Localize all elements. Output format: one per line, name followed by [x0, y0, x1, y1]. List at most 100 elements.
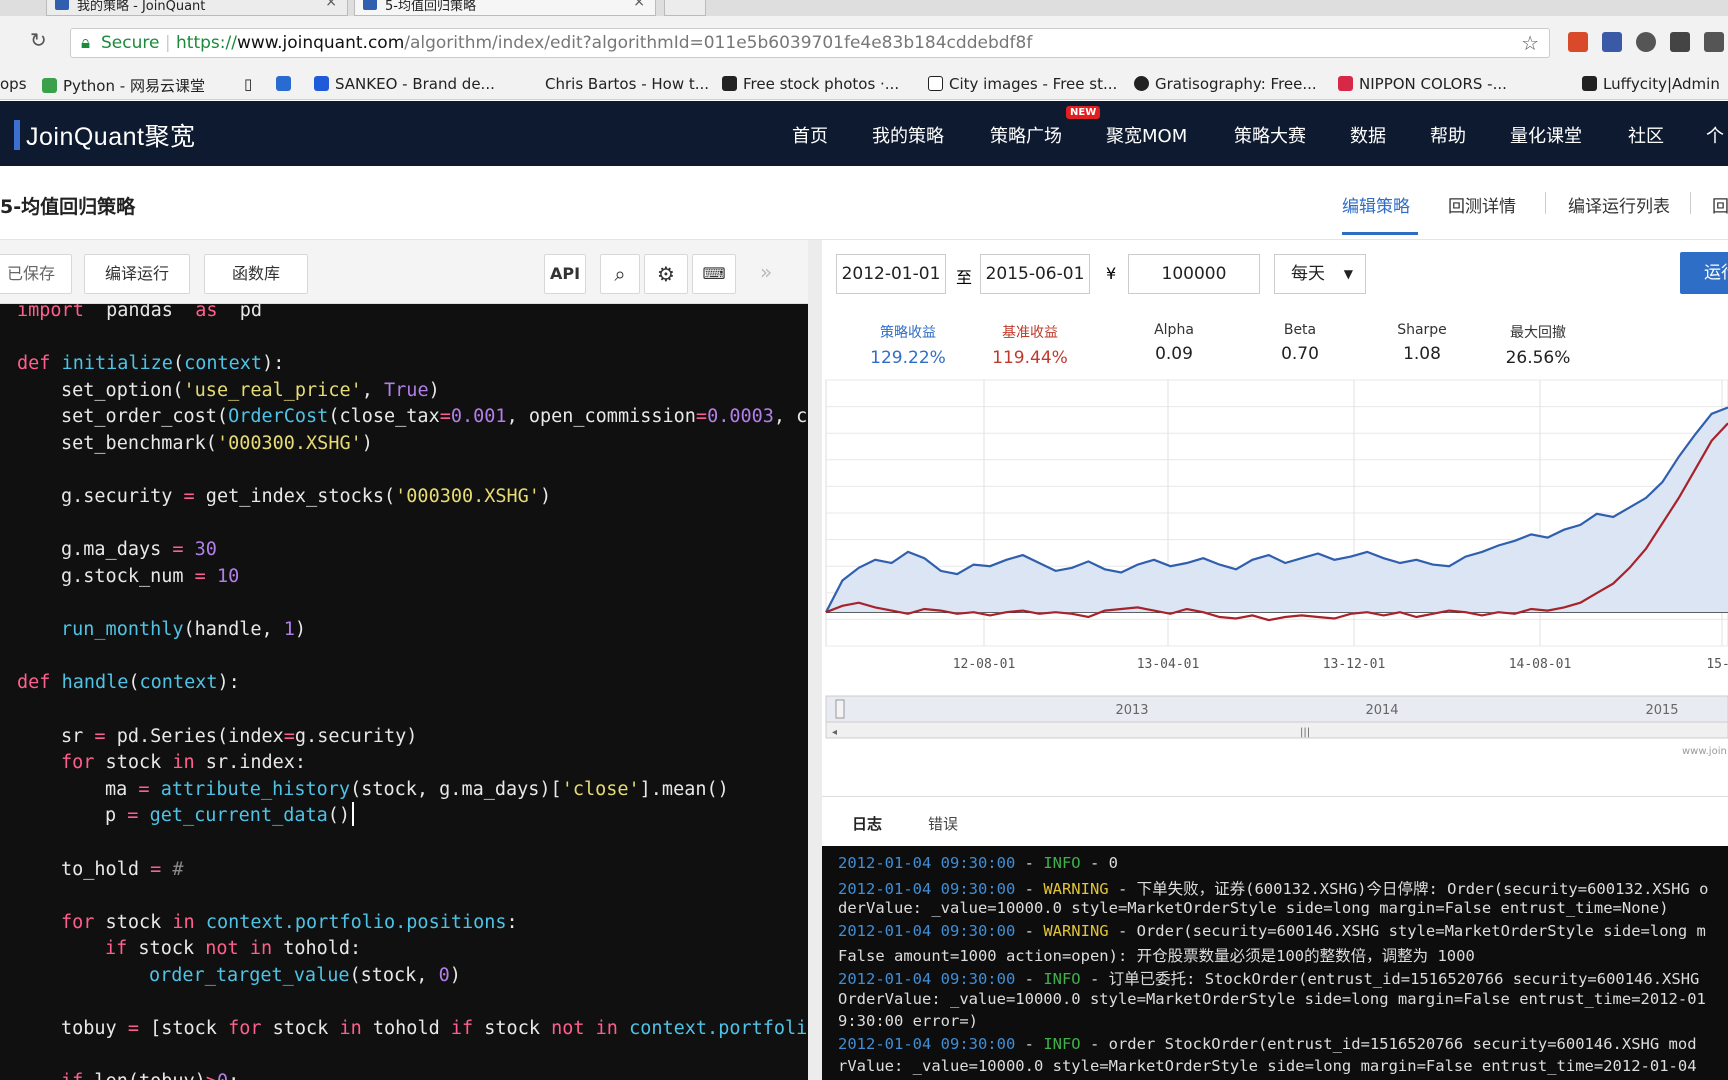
code-line[interactable]: tobuy = [stock for stock in tohold if st… [61, 1018, 807, 1039]
x-tick-label: 15-0 [1706, 657, 1728, 672]
nav-data[interactable]: 数据 [1350, 122, 1386, 148]
code-token: , open_commission [506, 406, 696, 428]
code-line[interactable]: to_hold = # [61, 859, 184, 880]
bookmark-item[interactable]: Luffycity|Admin [1582, 75, 1720, 93]
divider [1690, 192, 1691, 214]
search-icon[interactable]: ⌕ [600, 254, 640, 294]
tab-edit-strategy[interactable]: 编辑策略 [1342, 192, 1410, 217]
bookmark-label: Free stock photos ·... [743, 75, 900, 93]
code-token: : [228, 1071, 239, 1080]
code-line[interactable]: g.ma_days = 30 [61, 539, 217, 560]
end-date-input[interactable]: 2015-06-01 [980, 254, 1090, 294]
code-token: pd.Series(index [105, 725, 284, 747]
returns-chart[interactable]: 12-08-01 13-04-01 13-12-01 14-08-01 15-0 2013… [822, 378, 1728, 778]
bookmark-item[interactable]: SANKEO - Brand de... [314, 75, 495, 93]
nav-mom[interactable]: 聚宽MOM [1106, 122, 1187, 148]
compile-run-button[interactable]: 编译运行 [84, 254, 190, 294]
keyboard-icon[interactable]: ⌨ [692, 254, 736, 294]
bookmark-item[interactable] [276, 75, 297, 93]
joinquant-logo[interactable]: JoinQuant聚宽 [14, 117, 195, 153]
code-line[interactable]: sr = pd.Series(index=g.security) [61, 726, 417, 747]
code-token: = [172, 539, 184, 561]
bookmark-item[interactable]: Chris Bartos - How t... [545, 75, 709, 93]
bookmark-item[interactable]: Python - 网易云课堂 [42, 75, 205, 96]
collapse-icon[interactable]: » [760, 260, 772, 284]
code-token: = [150, 858, 162, 880]
bookmark-item[interactable]: Gratisography: Free... [1134, 75, 1317, 93]
code-token: initialize [61, 353, 173, 375]
code-line[interactable]: import pandas as pd [17, 304, 262, 321]
code-line[interactable]: order_target_value(stock, 0) [149, 965, 461, 986]
divider [1545, 192, 1546, 214]
bookmark-apps[interactable]: ops [0, 75, 27, 93]
extension-icon[interactable] [1568, 32, 1588, 52]
api-button[interactable]: API [544, 254, 586, 294]
nav-home[interactable]: 首页 [792, 122, 828, 148]
nav-quant-class[interactable]: 量化课堂 [1510, 122, 1582, 148]
code-line[interactable]: for stock in sr.index: [61, 752, 306, 773]
settings-icon[interactable]: ⚙ [644, 254, 688, 294]
bookmark-label: Python - 网易云课堂 [63, 77, 205, 95]
nav-my-strategies[interactable]: 我的策略 [872, 122, 944, 148]
code-line[interactable]: p = get_current_data() [105, 805, 350, 826]
code-token: import [17, 304, 84, 321]
code-line[interactable]: for stock in context.portfolio.positions… [61, 912, 518, 933]
close-icon[interactable]: × [633, 0, 645, 10]
code-line[interactable]: set_order_cost(OrderCost(close_tax=0.001… [61, 406, 807, 427]
reload-icon[interactable]: ↻ [30, 28, 47, 52]
bookmark-item[interactable]: NIPPON COLORS -... [1338, 75, 1507, 93]
tab-more[interactable]: 回 [1712, 192, 1728, 217]
browser-tab-2[interactable]: 5-均值回归策略 × [354, 0, 656, 16]
nav-help[interactable]: 帮助 [1430, 122, 1466, 148]
panel-splitter[interactable] [808, 240, 822, 1080]
nav-personal[interactable]: 个 [1706, 122, 1724, 148]
code-line[interactable]: g.stock_num = 10 [61, 566, 239, 587]
code-line[interactable]: def handle(context): [17, 672, 240, 693]
log-line: derValue: _value=10000.0 style=MarketOrd… [838, 899, 1669, 917]
new-tab-button[interactable] [664, 0, 706, 16]
code-line[interactable]: if len(tobuy)>0: [61, 1071, 239, 1080]
code-token: to_hold [61, 858, 151, 880]
code-line[interactable]: g.security = get_index_stocks('000300.XS… [61, 486, 551, 507]
bookmark-item[interactable]: Free stock photos ·... [722, 75, 899, 93]
start-date-input[interactable]: 2012-01-01 [836, 254, 946, 294]
star-icon[interactable]: ☆ [1521, 29, 1539, 57]
nav-strategy-square[interactable]: 策略广场 [990, 122, 1062, 148]
x-tick-label: 12-08-01 [953, 657, 1016, 672]
code-line[interactable]: set_benchmark('000300.XSHG') [61, 433, 373, 454]
code-token: not [551, 1018, 585, 1040]
metric-value: 119.44% [992, 348, 1068, 368]
function-library-button[interactable]: 函数库 [204, 254, 308, 294]
cc-icon [1134, 76, 1149, 91]
tab-backtest-details[interactable]: 回测详情 [1448, 192, 1516, 217]
tab-compile-run-list[interactable]: 编译运行列表 [1568, 192, 1670, 217]
browser-tab-1[interactable]: 我的策略 - JoinQuant × [46, 0, 348, 16]
extension-icon[interactable] [1636, 32, 1656, 52]
nav-contest[interactable]: 策略大赛 [1234, 122, 1306, 148]
nav-community[interactable]: 社区 [1628, 122, 1664, 148]
code-editor[interactable]: import pandas as pd def initialize(contex… [0, 304, 808, 1080]
frequency-select[interactable]: 每天 ▼ [1274, 254, 1366, 294]
capital-input[interactable]: 100000 [1128, 254, 1260, 294]
address-bar[interactable]: 🔒︎ Secure | https://www.joinquant.com/al… [70, 28, 1550, 58]
bookmark-item[interactable]: City images - Free st... [928, 75, 1117, 93]
metric-1: 基准收益 119.44% [970, 322, 1090, 368]
code-line[interactable]: set_option('use_real_price', True) [61, 380, 440, 401]
code-line[interactable]: run_monthly(handle, 1) [61, 619, 306, 640]
tab-log[interactable]: 日志 [852, 813, 882, 834]
bookmark-icon [1338, 76, 1353, 91]
run-backtest-button[interactable]: 运行 [1680, 252, 1728, 294]
extension-icon[interactable] [1602, 32, 1622, 52]
page-icon[interactable]: ▯ [244, 75, 252, 93]
code-line[interactable]: ma = attribute_history(stock, g.ma_days)… [105, 779, 729, 800]
code-line[interactable]: if stock not in tohold: [105, 938, 361, 959]
saved-button[interactable]: 已保存 [0, 254, 72, 294]
extension-icon[interactable] [1704, 32, 1724, 52]
tab-errors[interactable]: 错误 [928, 813, 958, 834]
code-line[interactable]: def initialize(context): [17, 353, 284, 374]
code-token: OrderCost [228, 406, 329, 428]
extension-icon[interactable] [1670, 32, 1690, 52]
close-icon[interactable]: × [325, 0, 337, 10]
